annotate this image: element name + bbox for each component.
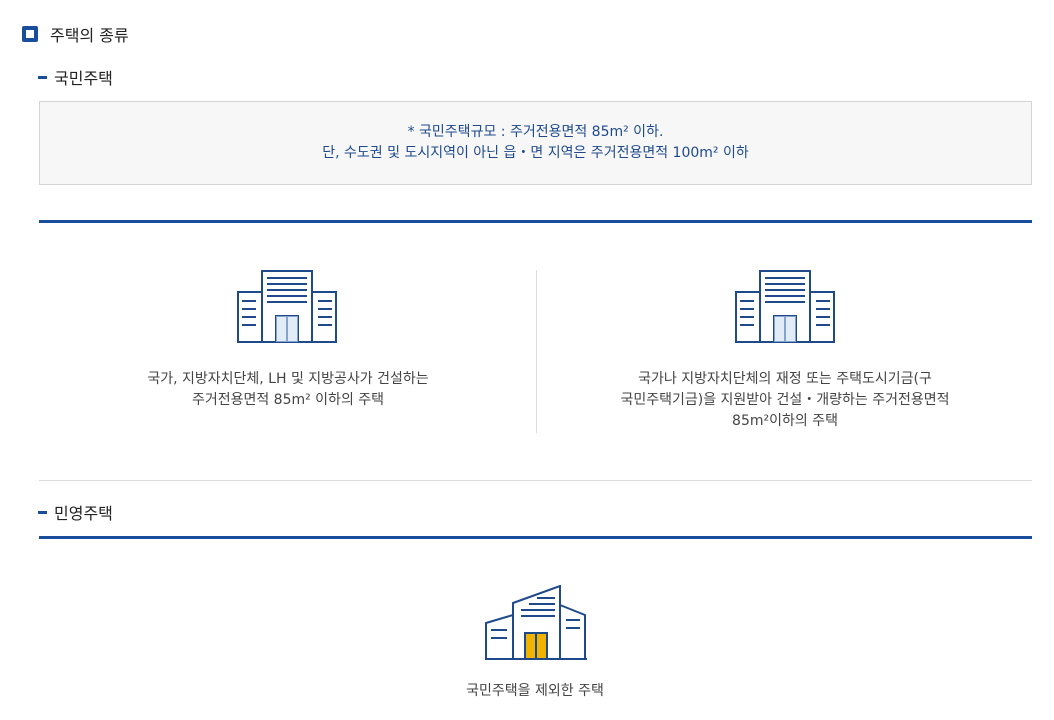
section-divider-gray <box>39 480 1032 481</box>
section-divider-blue <box>39 220 1032 223</box>
card-3-line-1: 국민주택을 제외한 주택 <box>466 683 604 699</box>
notice-box: * 국민주택규모 : 주거전용면적 85m² 이하. 단, 수도권 및 도시지역… <box>39 101 1032 185</box>
heading-square-icon <box>22 26 38 42</box>
card-2-line-2: 국민주택기금)을 지원받아 건설・개량하는 주거전용면적 <box>620 392 950 408</box>
card-description-1: 국가, 지방자치단체, LH 및 지방공사가 건설하는 주거전용면적 85m² … <box>88 369 488 411</box>
card-2-line-1: 국가나 지방자치단체의 재정 또는 주택도시기금(구 <box>638 371 932 387</box>
card-1-line-1: 국가, 지방자치단체, LH 및 지방공사가 건설하는 <box>147 371 429 387</box>
apartment-building-icon <box>735 270 835 343</box>
subsection-title-national-text: 국민주택 <box>54 69 113 88</box>
private-building-icon <box>485 585 587 660</box>
card-divider <box>536 270 537 433</box>
apartment-building-icon <box>237 270 337 343</box>
subsection-title-private: 민영주택 <box>38 500 113 524</box>
card-1-line-2: 주거전용면적 85m² 이하의 주택 <box>191 392 385 408</box>
subsection-title-national: 국민주택 <box>38 65 113 89</box>
subsection-title-private-text: 민영주택 <box>54 504 113 523</box>
section-divider-blue <box>39 536 1032 539</box>
dash-icon <box>38 510 47 514</box>
card-2-line-3: 85m²이하의 주택 <box>732 413 838 429</box>
card-description-2: 국가나 지방자치단체의 재정 또는 주택도시기금(구 국민주택기금)을 지원받아… <box>560 369 1010 432</box>
heading-text: 주택의 종류 <box>50 26 129 45</box>
dash-icon <box>38 75 47 79</box>
card-description-3: 국민주택을 제외한 주택 <box>385 681 685 702</box>
notice-line-1: * 국민주택규모 : 주거전용면적 85m² 이하. <box>407 124 664 140</box>
section-heading: 주택의 종류 <box>22 22 129 46</box>
notice-line-2: 단, 수도권 및 도시지역이 아닌 읍・면 지역은 주거전용면적 100m² 이… <box>322 145 749 161</box>
